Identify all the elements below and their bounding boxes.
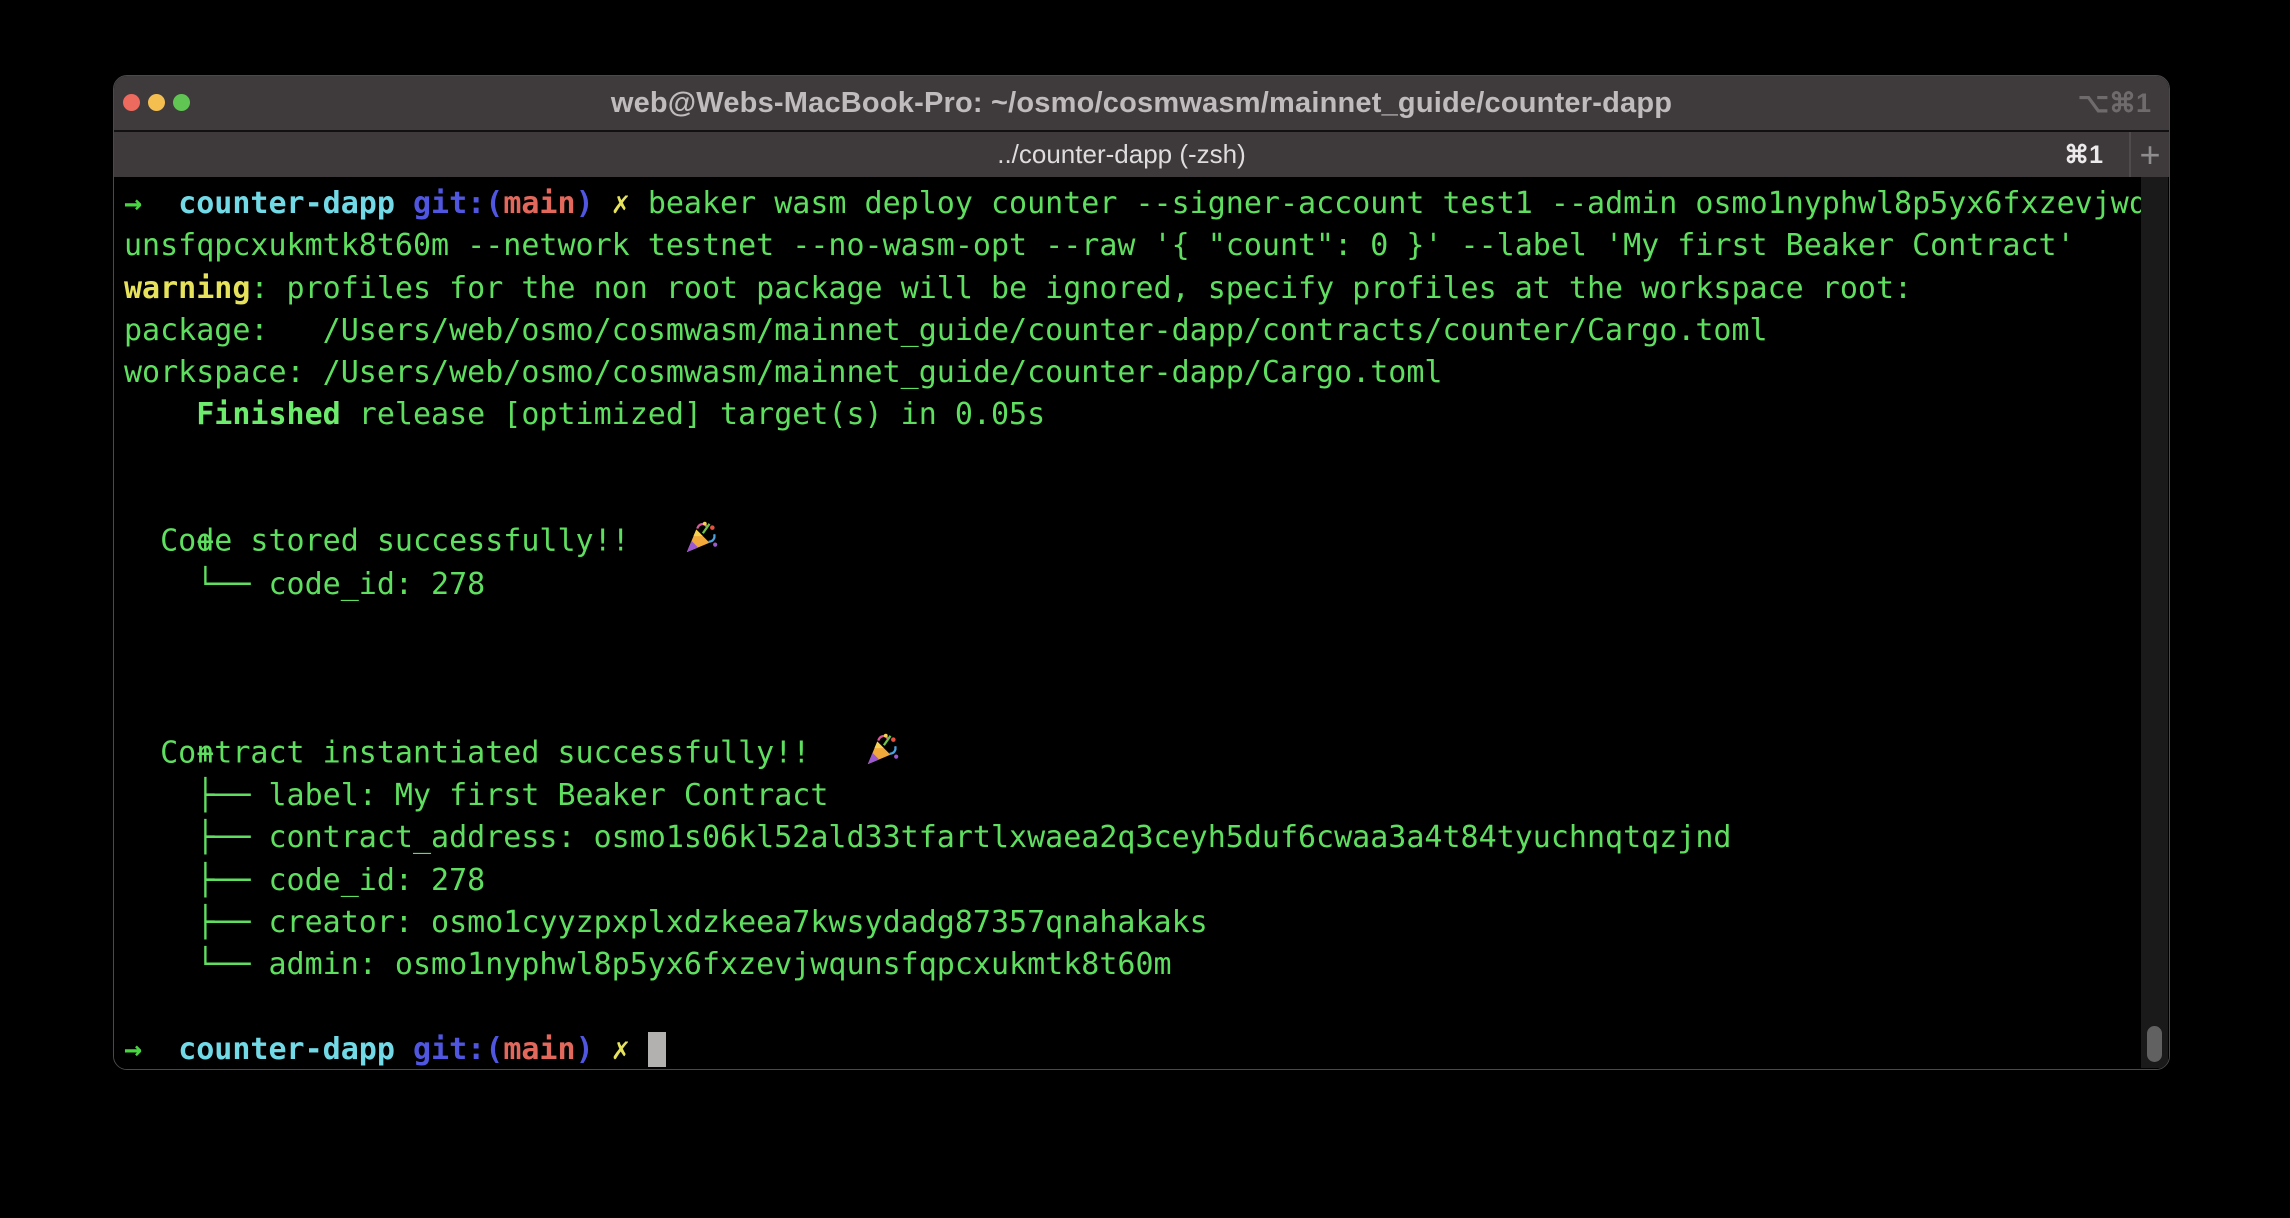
segment-sp [142, 1032, 178, 1067]
party-popper-icon [828, 691, 898, 780]
terminal-line: ├── label: My first Beaker Contract [124, 775, 2169, 817]
segment-out: └── code_id: 278 [124, 567, 485, 602]
title-bar[interactable]: web@Webs-MacBook-Pro: ~/osmo/cosmwasm/ma… [114, 76, 2169, 132]
segment-warn: warning [124, 271, 250, 306]
terminal-line: Code stored successfully!! [124, 479, 2169, 521]
terminal-line [124, 437, 2169, 479]
terminal-line [124, 648, 2169, 690]
terminal-line: → counter-dapp git:(main) ✗ beaker wasm … [124, 183, 2169, 225]
segment-out: ├── contract_address: osmo1s06kl52ald33t… [124, 820, 1731, 855]
segment-out: workspace: /Users/web/osmo/cosmwasm/main… [124, 355, 1443, 390]
terminal-line: ├── contract_address: osmo1s06kl52ald33t… [124, 817, 2169, 859]
window-shortcut-badge: ⌥⌘1 [2078, 76, 2151, 130]
terminal-line: warning: profiles for the non root packa… [124, 268, 2169, 310]
terminal-line: └── admin: osmo1nyphwl8p5yx6fxzevjwqunsf… [124, 944, 2169, 986]
terminal-output: → counter-dapp git:(main) ✗ beaker wasm … [124, 183, 2169, 1069]
terminal-line: → counter-dapp git:(main) ✗ [124, 1029, 2169, 1069]
segment-sp [142, 186, 178, 221]
terminal-line: ├── code_id: 278 [124, 860, 2169, 902]
window-title: web@Webs-MacBook-Pro: ~/osmo/cosmwasm/ma… [611, 87, 1672, 120]
tab-label: ../counter-dapp (-zsh) [997, 139, 1246, 170]
scrollbar[interactable] [2141, 177, 2168, 1068]
tab-bar: ../counter-dapp (-zsh) ⌘1 + [114, 132, 2169, 177]
segment-dirty: ✗ [612, 1032, 630, 1067]
scrollbar-thumb[interactable] [2147, 1026, 2162, 1062]
segment-branch: main [503, 1032, 575, 1067]
segment-out: ├── code_id: 278 [124, 863, 485, 898]
terminal-line: package: /Users/web/osmo/cosmwasm/mainne… [124, 310, 2169, 352]
tab-shortcut-badge: ⌘1 [2064, 132, 2103, 177]
tab-counter-dapp[interactable]: ../counter-dapp (-zsh) ⌘1 [114, 132, 2129, 177]
terminal-window: web@Webs-MacBook-Pro: ~/osmo/cosmwasm/ma… [113, 75, 2170, 1070]
terminal-line: Contract instantiated successfully!! [124, 691, 2169, 733]
segment-out: : profiles for the non root package will… [250, 271, 1912, 306]
segment-git: git:( [413, 1032, 503, 1067]
segment-out [124, 397, 196, 432]
terminal-line: Finished release [optimized] target(s) i… [124, 394, 2169, 436]
segment-out: release [optimized] target(s) in 0.05s [341, 397, 1045, 432]
segment-git: ) [576, 1032, 594, 1067]
close-button[interactable] [123, 94, 140, 111]
party-popper-icon [648, 479, 718, 568]
segment-out: ├── creator: osmo1cyyzpxplxdzkeea7kwsyda… [124, 905, 1208, 940]
terminal-line [124, 606, 2169, 648]
segment-sp [395, 186, 413, 221]
minimize-button[interactable] [148, 94, 165, 111]
segment-git: ) [576, 186, 594, 221]
segment-arrow: → [124, 186, 142, 221]
segment-git: git:( [413, 186, 503, 221]
segment-out: Contract instantiated successfully!! [124, 735, 828, 770]
segment-sp [594, 186, 612, 221]
traffic-lights [123, 94, 190, 111]
segment-branch: main [503, 186, 575, 221]
segment-out: + [124, 524, 214, 559]
segment-sp [630, 1032, 648, 1067]
segment-cmd: beaker wasm deploy counter --signer-acco… [648, 186, 2147, 221]
terminal-line [124, 987, 2169, 1029]
segment-dir: counter-dapp [178, 186, 395, 221]
terminal-screen[interactable]: → counter-dapp git:(main) ✗ beaker wasm … [114, 177, 2169, 1069]
cursor [648, 1032, 666, 1067]
segment-out: └── admin: osmo1nyphwl8p5yx6fxzevjwqunsf… [124, 947, 1172, 982]
segment-out: + [124, 736, 214, 771]
terminal-line: ├── creator: osmo1cyyzpxplxdzkeea7kwsyda… [124, 902, 2169, 944]
segment-outb: Finished [196, 397, 341, 432]
segment-arrow: → [124, 1032, 142, 1067]
segment-out: ├── label: My first Beaker Contract [124, 778, 828, 813]
segment-sp [630, 186, 648, 221]
segment-cmd: unsfqpcxukmtk8t60m --network testnet --n… [124, 228, 2075, 263]
segment-sp [594, 1032, 612, 1067]
new-tab-button[interactable]: + [2131, 132, 2169, 177]
zoom-button[interactable] [173, 94, 190, 111]
terminal-line: └── code_id: 278 [124, 564, 2169, 606]
segment-sp [395, 1032, 413, 1067]
terminal-line: workspace: /Users/web/osmo/cosmwasm/main… [124, 352, 2169, 394]
segment-dirty: ✗ [612, 186, 630, 221]
segment-out: package: /Users/web/osmo/cosmwasm/mainne… [124, 313, 1768, 348]
terminal-line: unsfqpcxukmtk8t60m --network testnet --n… [124, 225, 2169, 267]
segment-dir: counter-dapp [178, 1032, 395, 1067]
